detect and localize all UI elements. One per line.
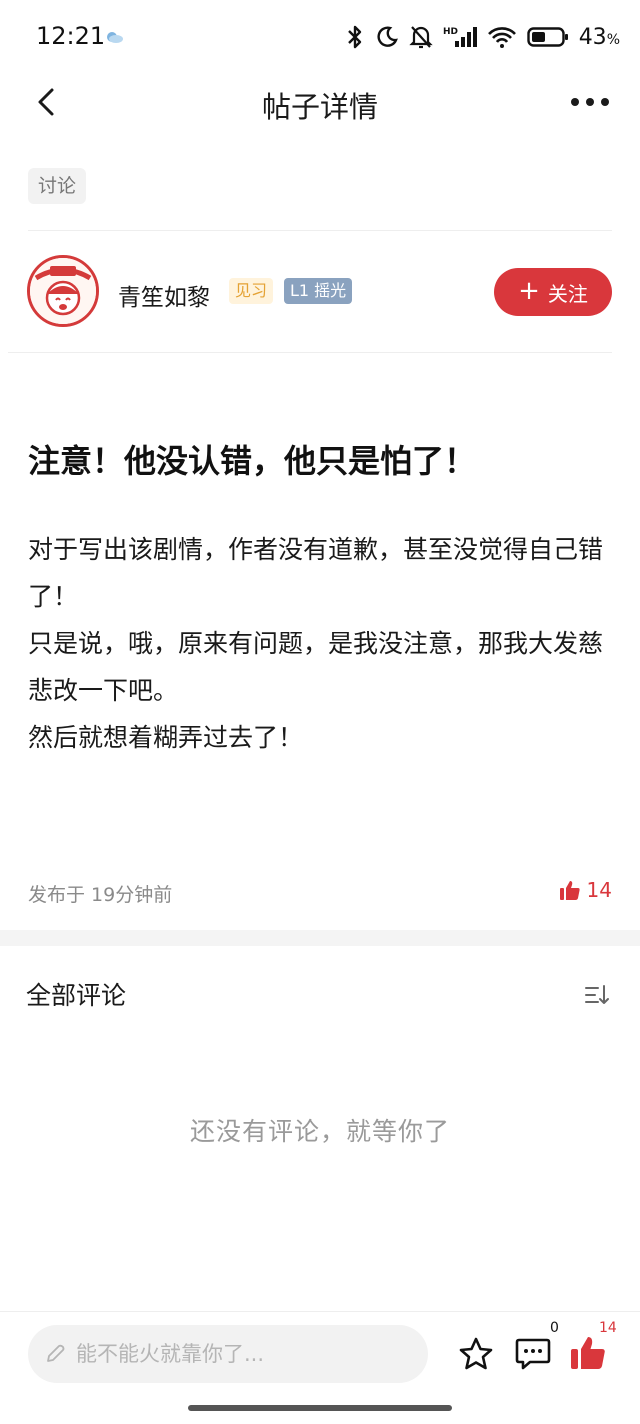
post-title: 注意！他没认错，他只是怕了！: [28, 442, 477, 480]
comment-input[interactable]: [76, 1342, 396, 1366]
like-count: 14: [599, 1320, 617, 1336]
battery-percent: 43%: [578, 24, 620, 50]
author-badge-apprentice: 见习: [229, 278, 274, 304]
bell-off-icon: [409, 26, 433, 49]
nav-bar: 帖子详情: [0, 72, 640, 132]
battery-icon: [526, 27, 568, 47]
post-like-count: 14: [586, 878, 612, 902]
comments-title: 全部评论: [26, 981, 127, 1010]
avatar-image: [30, 258, 96, 324]
post-publish-time: 发布于 19分钟前: [28, 884, 173, 906]
weather-icon: [107, 32, 123, 43]
post-body-line: 对于写出该剧情，作者没有道歉，甚至没觉得自己错了！: [28, 535, 604, 611]
section-divider: [0, 930, 640, 946]
divider: [8, 352, 612, 353]
avatar[interactable]: [27, 255, 99, 327]
author-name[interactable]: 青笙如黎: [118, 278, 210, 312]
comment-count: 0: [550, 1320, 559, 1336]
sort-icon[interactable]: [584, 984, 610, 1006]
author-level-badge: L1 摇光: [284, 278, 353, 304]
wifi-icon: [487, 27, 516, 48]
home-indicator[interactable]: [188, 1405, 452, 1411]
post-category-tag[interactable]: 讨论: [28, 168, 87, 204]
post-detail-page: 12:21 HD 43% 帖子详情 讨论 青笙如黎 见习 L1 摇光 + 关注 …: [0, 0, 640, 1424]
comment-icon[interactable]: [514, 1336, 552, 1372]
follow-button[interactable]: + 关注: [494, 268, 612, 316]
follow-label: 关注: [547, 281, 588, 306]
divider: [0, 1311, 640, 1312]
pencil-icon: [47, 1344, 65, 1362]
status-time: 12:21: [36, 22, 106, 50]
post-body-line: 然后就想着糊弄过去了！: [28, 723, 304, 752]
svg-text:HD: HD: [443, 27, 458, 37]
thumbs-up-icon: [559, 881, 580, 900]
page-title: 帖子详情: [261, 90, 378, 124]
post-body-line: 只是说，哦，原来有问题，是我没注意，那我大发慈悲改一下吧。: [28, 629, 604, 705]
post-body: 对于写出该剧情，作者没有道歉，甚至没觉得自己错了！ 只是说，哦，原来有问题，是我…: [28, 526, 612, 761]
comment-input-box[interactable]: [28, 1325, 428, 1383]
plus-icon: +: [518, 275, 540, 306]
divider: [28, 230, 612, 231]
post-like-button[interactable]: 14: [559, 878, 612, 902]
moon-icon: [377, 26, 398, 47]
more-dots-icon[interactable]: [570, 96, 610, 108]
star-icon[interactable]: [457, 1336, 495, 1372]
thumbs-up-icon[interactable]: [569, 1334, 607, 1372]
comments-empty-state: 还没有评论，就等你了: [189, 1117, 450, 1146]
status-bar: 12:21 HD 43%: [0, 0, 640, 72]
status-icons: HD 43%: [345, 22, 620, 52]
hd-signal-icon: HD: [443, 27, 477, 47]
bluetooth-icon: [347, 25, 361, 49]
